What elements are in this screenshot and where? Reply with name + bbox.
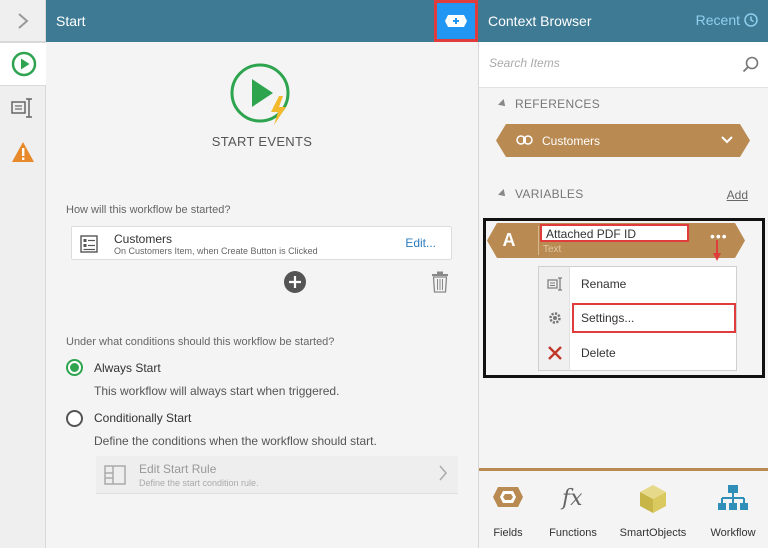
add-variable-link[interactable]: Add	[727, 188, 748, 202]
fields-label: Fields	[493, 527, 523, 539]
context-browser-header: Context Browser Recent	[478, 0, 768, 42]
edit-event-link[interactable]: Edit...	[405, 236, 436, 250]
references-section-toggle[interactable]: REFERENCES	[498, 97, 601, 111]
fields-hex-icon	[493, 487, 523, 507]
recent-button[interactable]: Recent	[696, 12, 758, 28]
page-title: Start	[56, 13, 86, 29]
delete-event-button[interactable]	[431, 271, 449, 296]
start-events-logo-icon	[229, 62, 295, 131]
smartobjects-label: SmartObjects	[619, 527, 687, 539]
add-tag-icon	[445, 15, 467, 27]
workflow-label: Workflow	[710, 527, 756, 539]
start-question: How will this workflow be started?	[66, 204, 231, 216]
always-start-label: Always Start	[94, 361, 161, 375]
play-circle-icon	[11, 51, 36, 77]
search-icon[interactable]	[742, 56, 759, 76]
fields-tab[interactable]: Fields	[473, 483, 543, 539]
functions-label: Functions	[549, 527, 597, 539]
clock-icon	[744, 13, 758, 27]
cube-icon	[640, 485, 666, 513]
search-input[interactable]	[489, 56, 729, 70]
start-events-tab[interactable]	[0, 42, 47, 86]
rule-layout-icon	[104, 465, 126, 488]
always-start-radio[interactable]	[66, 359, 83, 376]
references-label: REFERENCES	[515, 97, 601, 111]
chevron-down-icon[interactable]	[720, 132, 734, 148]
warning-icon	[12, 142, 34, 162]
trash-icon	[432, 271, 448, 293]
smartobject-reference-icon	[516, 133, 534, 150]
properties-tab[interactable]	[0, 86, 46, 130]
start-event-card[interactable]: Customers On Customers Item, when Create…	[71, 226, 452, 260]
main-header: Start	[46, 0, 478, 42]
edit-start-rule-title: Edit Start Rule	[139, 462, 217, 476]
conditionally-start-radio[interactable]	[66, 410, 83, 427]
condition-question: Under what conditions should this workfl…	[66, 336, 335, 348]
workflow-tree-icon	[718, 485, 748, 510]
fx-icon: fx	[560, 486, 583, 511]
context-browser-panel: REFERENCES Customers VARIABLES Add A Att…	[478, 42, 768, 548]
edit-start-rule-button[interactable]: Edit Start Rule Define the start conditi…	[96, 456, 458, 494]
event-title: Customers	[114, 232, 173, 246]
warnings-tab[interactable]	[0, 130, 46, 174]
variables-label: VARIABLES	[515, 187, 584, 201]
add-context-button[interactable]	[434, 0, 478, 42]
reference-item-customers[interactable]: Customers	[496, 124, 750, 157]
search-bar	[479, 42, 768, 88]
variables-section-toggle[interactable]: VARIABLES	[498, 187, 584, 201]
always-start-description: This workflow will always start when tri…	[94, 384, 340, 398]
collapse-triangle-icon	[498, 189, 508, 199]
reference-item-label: Customers	[542, 134, 601, 148]
annotation-frame	[483, 218, 765, 378]
workflow-tab[interactable]: Workflow	[698, 483, 768, 539]
plus-circle-icon	[284, 271, 306, 293]
event-subtitle: On Customers Item, when Create Button is…	[114, 246, 318, 256]
svg-text:fx: fx	[560, 486, 583, 511]
left-rail	[0, 0, 47, 548]
add-event-button[interactable]	[283, 270, 307, 297]
expand-chevron-icon[interactable]	[0, 0, 46, 42]
edit-start-rule-subtitle: Define the start condition rule.	[139, 478, 259, 488]
collapse-triangle-icon	[498, 99, 508, 109]
recent-label: Recent	[695, 12, 740, 28]
form-icon	[80, 235, 98, 256]
context-browser-title: Context Browser	[488, 13, 592, 29]
start-events-title: START EVENTS	[211, 134, 313, 149]
conditionally-start-label: Conditionally Start	[94, 411, 192, 425]
smartobjects-tab[interactable]: SmartObjects	[618, 483, 688, 539]
chevron-right-icon	[438, 465, 448, 486]
main-panel: START EVENTS How will this workflow be s…	[46, 42, 478, 548]
bottom-toolbar: Fields fx Functions SmartObjects Workflo…	[479, 468, 768, 548]
conditionally-start-description: Define the conditions when the workflow …	[94, 434, 377, 448]
text-cursor-icon	[11, 98, 32, 118]
functions-tab[interactable]: fx Functions	[538, 483, 608, 539]
